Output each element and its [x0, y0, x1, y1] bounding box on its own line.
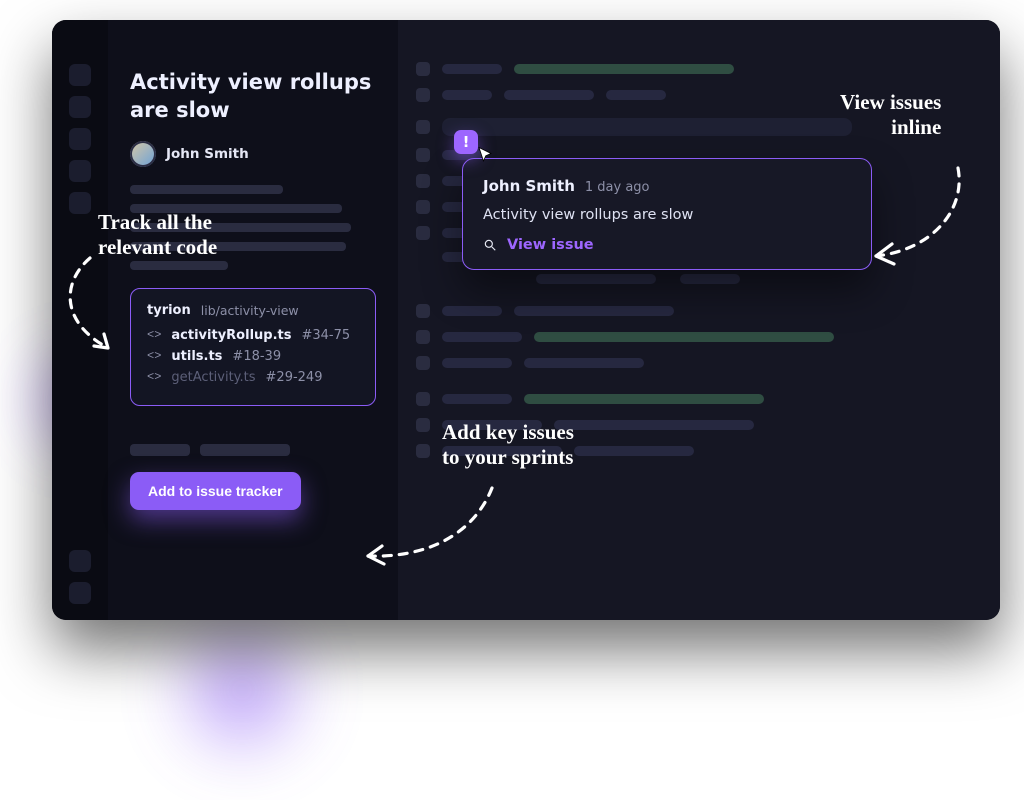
code-file-name: utils.ts: [171, 349, 222, 364]
avatar: [130, 141, 156, 167]
stage: Activity view rollups are slow John Smit…: [12, 20, 1012, 660]
code-file-row[interactable]: <> utils.ts #18-39: [147, 349, 359, 364]
nav-rail-item[interactable]: [69, 550, 91, 572]
nav-rail-item[interactable]: [69, 160, 91, 182]
code-line-range: #34-75: [301, 328, 350, 343]
project-name: tyrion: [147, 303, 191, 318]
nav-rail-item[interactable]: [69, 64, 91, 86]
nav-rail-item[interactable]: [69, 582, 91, 604]
code-icon: <>: [147, 349, 161, 363]
code-file-name: activityRollup.ts: [171, 328, 291, 343]
inline-issue-popover: John Smith 1 day ago Activity view rollu…: [462, 158, 872, 270]
app-window: Activity view rollups are slow John Smit…: [52, 20, 1000, 620]
project-subpath: lib/activity-view: [201, 303, 299, 318]
code-line-range: #18-39: [232, 349, 281, 364]
editor-area: ! John Smith 1 day ago Activity view rol…: [398, 20, 1000, 620]
window-content: Activity view rollups are slow John Smit…: [52, 20, 1000, 620]
nav-rail-item[interactable]: [69, 128, 91, 150]
add-to-tracker-button[interactable]: Add to issue tracker: [130, 472, 301, 510]
code-icon: <>: [147, 328, 161, 342]
issue-author: John Smith: [130, 141, 376, 167]
code-line-range: #29-249: [266, 370, 323, 385]
popover-age: 1 day ago: [585, 180, 650, 195]
issue-sidebar: Activity view rollups are slow John Smit…: [108, 20, 398, 620]
issue-title: Activity view rollups are slow: [130, 68, 376, 125]
popover-author: John Smith: [483, 177, 575, 195]
code-file-name: getActivity.ts: [171, 370, 255, 385]
nav-rail: [52, 20, 108, 620]
nav-rail-item[interactable]: [69, 192, 91, 214]
placeholder-lines: [130, 444, 376, 456]
linked-code-card: tyrion lib/activity-view <> activityRoll…: [130, 288, 376, 406]
placeholder-lines: [130, 185, 376, 270]
project-path: tyrion lib/activity-view: [147, 303, 359, 318]
view-issue-label: View issue: [507, 237, 594, 253]
issue-badge-icon[interactable]: !: [454, 130, 478, 154]
code-icon: <>: [147, 370, 161, 384]
popover-title: Activity view rollups are slow: [483, 207, 851, 223]
search-icon: [483, 238, 497, 252]
inline-issue-anchor: ! John Smith 1 day ago Activity view rol…: [462, 140, 872, 270]
issue-author-name: John Smith: [166, 146, 249, 162]
nav-rail-item[interactable]: [69, 96, 91, 118]
view-issue-link[interactable]: View issue: [483, 237, 851, 253]
code-file-row[interactable]: <> activityRollup.ts #34-75: [147, 328, 359, 343]
code-file-row[interactable]: <> getActivity.ts #29-249: [147, 370, 359, 385]
